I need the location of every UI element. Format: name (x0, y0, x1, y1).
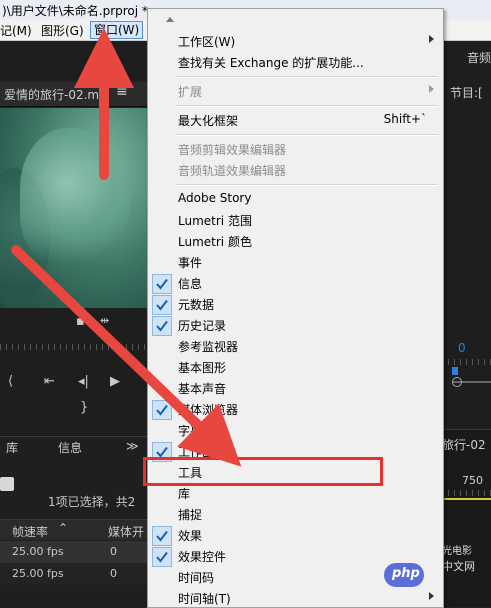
arrow-diagonal-icon (11, 245, 242, 467)
php-logo-text: php (392, 566, 420, 581)
annotation-arrows (11, 28, 242, 467)
php-logo: php (384, 563, 424, 587)
